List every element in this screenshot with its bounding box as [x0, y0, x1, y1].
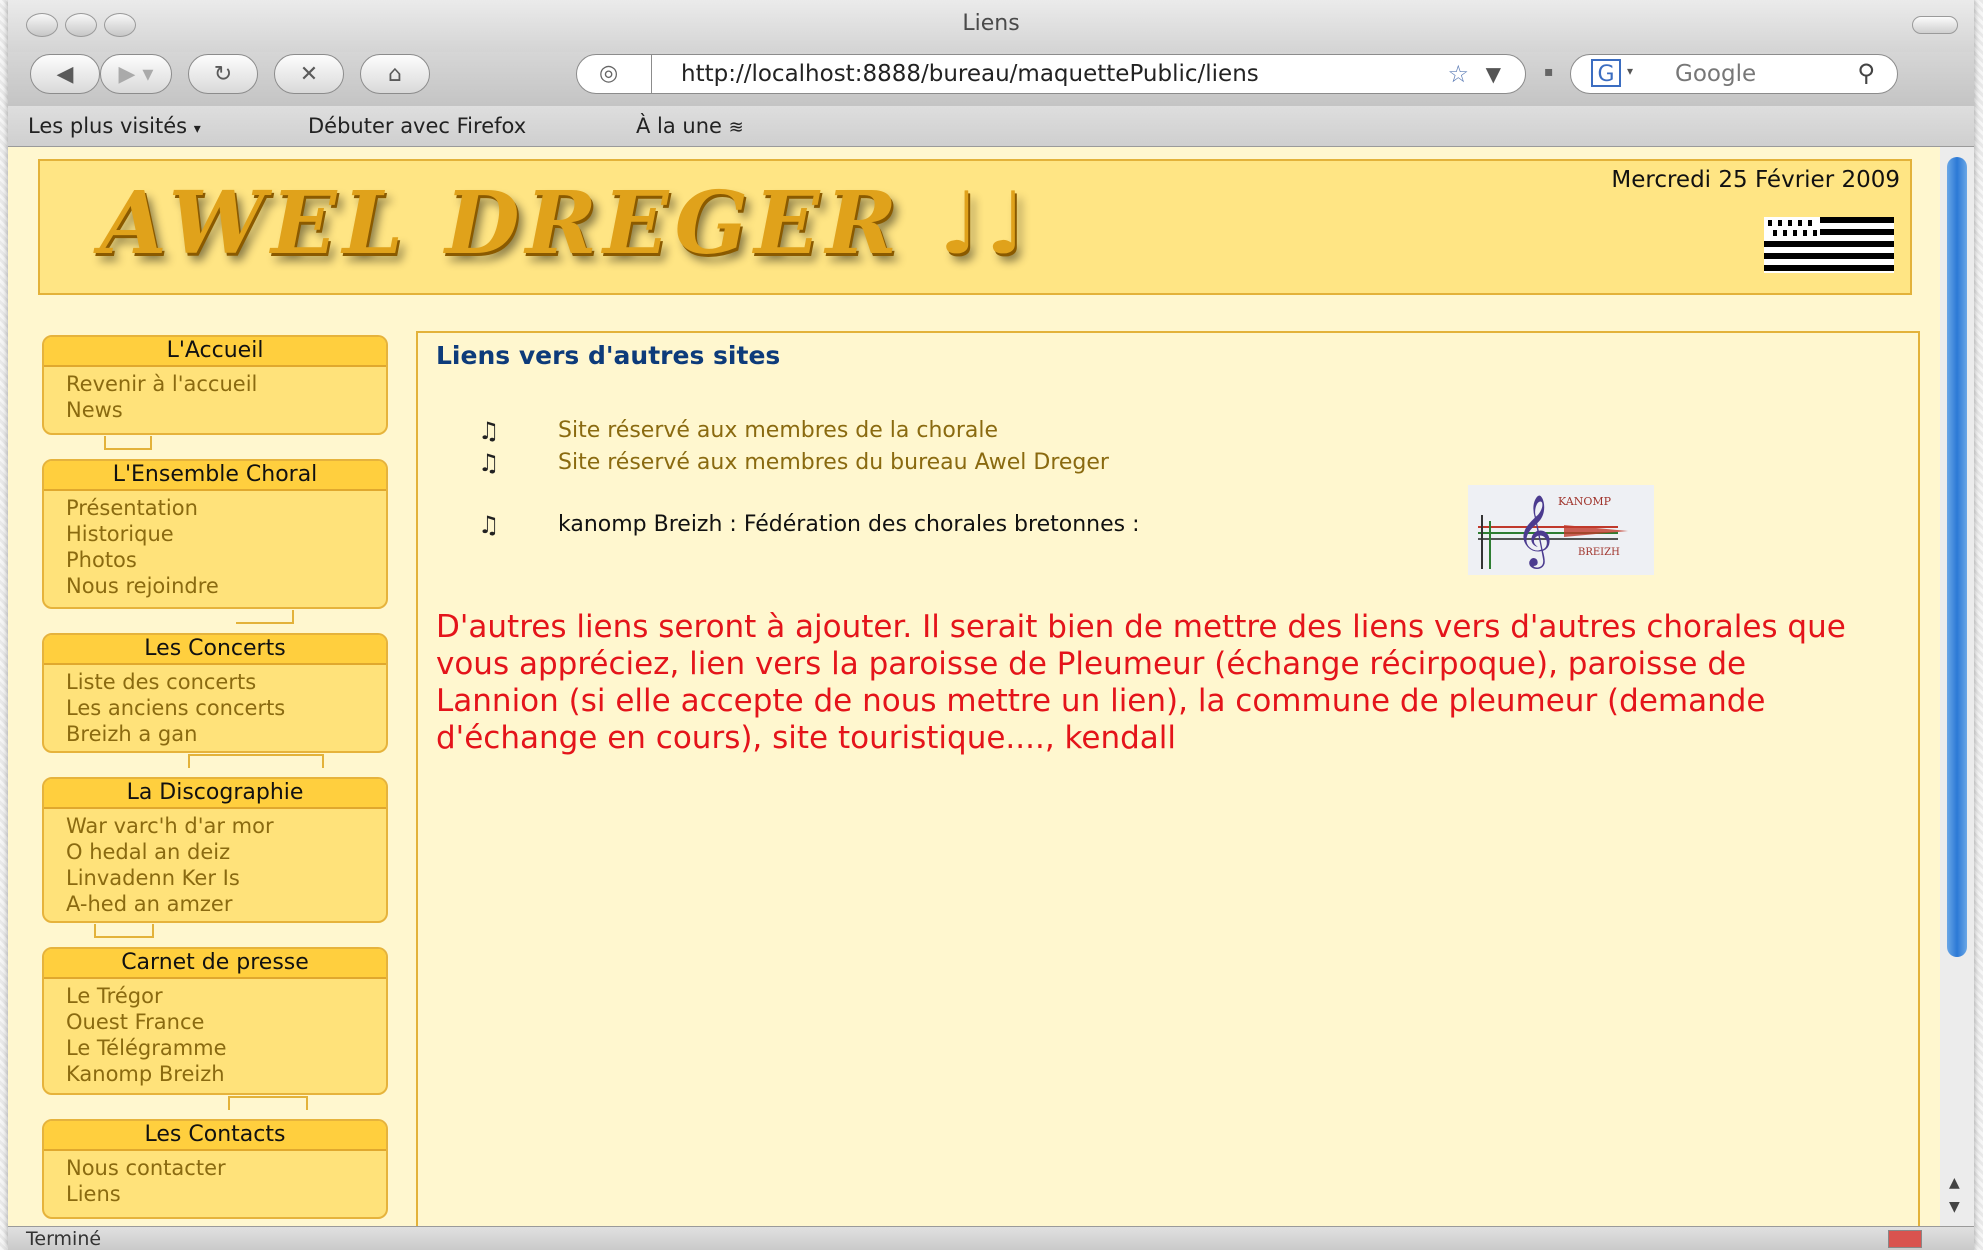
- menu-connector: [188, 754, 324, 768]
- menu-link-liens[interactable]: Liens: [44, 1181, 386, 1207]
- engine-dropdown-icon[interactable]: ▾: [1627, 64, 1633, 78]
- menu-link-contact-us[interactable]: Nous contacter: [44, 1155, 386, 1181]
- stop-icon: ✕: [299, 61, 319, 87]
- home-button[interactable]: ⌂: [360, 54, 430, 94]
- page-title: Liens vers d'autres sites: [436, 341, 781, 370]
- browser-window: Liens ◀ ▶ ▾ ↻ ✕ ⌂ ◎ http://localhost:888…: [8, 0, 1974, 1250]
- board-members-link[interactable]: Site réservé aux membres du bureau Awel …: [558, 450, 1109, 475]
- menu-connector: [236, 610, 294, 624]
- menu-link-le-telegramme[interactable]: Le Télégramme: [44, 1035, 386, 1061]
- menu-link-past-concerts[interactable]: Les anciens concerts: [44, 695, 386, 721]
- menu-link-ouest-france[interactable]: Ouest France: [44, 1009, 386, 1035]
- music-notes-icon: ♫: [478, 417, 500, 445]
- link-item: ♫ Site réservé aux membres du bureau Awel…: [478, 449, 1109, 477]
- home-icon: ⌂: [388, 61, 402, 87]
- separator-dot-icon: ▪: [1544, 64, 1554, 80]
- back-button[interactable]: ◀: [30, 54, 100, 94]
- addon-status-icon[interactable]: [1888, 1230, 1922, 1248]
- reload-icon: ↻: [213, 61, 233, 87]
- title-bar: Liens: [8, 0, 1974, 52]
- google-engine-icon[interactable]: G: [1591, 59, 1621, 87]
- link-item: ♫ kanomp Breizh : Fédération des chorales…: [478, 511, 1140, 539]
- status-text: Terminé: [26, 1228, 102, 1250]
- history-dropdown-icon[interactable]: ▼: [1486, 62, 1501, 86]
- address-bar[interactable]: ◎ http://localhost:8888/bureau/maquetteP…: [576, 54, 1526, 94]
- menu-link-nous-rejoindre[interactable]: Nous rejoindre: [44, 573, 386, 599]
- menu-concerts: Les Concerts Liste des concerts Les anci…: [42, 633, 388, 753]
- menu-link-album-war-varch[interactable]: War varc'h d'ar mor: [44, 813, 386, 839]
- kanomp-logo-bottom-text: BREIZH: [1578, 547, 1620, 558]
- music-notes-icon: ♫: [478, 449, 500, 477]
- site-logo[interactable]: AWEL DREGER ♩♩: [100, 173, 1032, 274]
- choir-members-link[interactable]: Site réservé aux membres de la chorale: [558, 418, 998, 443]
- menu-contacts: Les Contacts Nous contacter Liens: [42, 1119, 388, 1219]
- stop-button[interactable]: ✕: [274, 54, 344, 94]
- menu-link-news[interactable]: News: [44, 397, 386, 423]
- status-bar: Terminé: [8, 1226, 1974, 1250]
- current-date: Mercredi 25 Février 2009: [1611, 167, 1900, 193]
- menu-link-kanomp-breizh[interactable]: Kanomp Breizh: [44, 1061, 386, 1087]
- svg-text:𝄞: 𝄞: [1516, 493, 1553, 569]
- bookmark-star-icon[interactable]: ☆: [1447, 60, 1469, 88]
- music-note-icon: ♩♩: [939, 173, 1033, 274]
- vertical-scrollbar[interactable]: ▲ ▼: [1940, 147, 1974, 1226]
- menu-title: Les Concerts: [44, 635, 386, 665]
- kanomp-logo-top-text: KANOMP: [1558, 495, 1612, 508]
- bookmark-getting-started[interactable]: Débuter avec Firefox: [308, 114, 526, 138]
- site-identity-icon[interactable]: ◎: [599, 61, 618, 86]
- menu-link-presentation[interactable]: Présentation: [44, 495, 386, 521]
- notice-text: D'autres liens seront à ajouter. Il sera…: [436, 609, 1846, 756]
- bookmarks-bar: Les plus visités ▾ Débuter avec Firefox …: [8, 106, 1974, 147]
- menu-title: La Discographie: [44, 779, 386, 809]
- site-header: AWEL DREGER ♩♩ Mercredi 25 Février 2009: [38, 159, 1912, 295]
- rss-feed-icon: ≋: [728, 117, 744, 138]
- breton-flag-icon: [1764, 217, 1894, 273]
- menu-ensemble-choral: L'Ensemble Choral Présentation Historiqu…: [42, 459, 388, 609]
- menu-link-le-tregor[interactable]: Le Trégor: [44, 983, 386, 1009]
- url-text[interactable]: http://localhost:8888/bureau/maquettePub…: [681, 61, 1441, 87]
- search-box[interactable]: G ▾ Google ⚲: [1570, 54, 1898, 94]
- menu-title: L'Ensemble Choral: [44, 461, 386, 491]
- menu-link-album-linvadenn[interactable]: Linvadenn Ker Is: [44, 865, 386, 891]
- forward-arrow-icon: ▶ ▾: [118, 61, 154, 87]
- menu-title: Les Contacts: [44, 1121, 386, 1151]
- search-icon[interactable]: ⚲: [1857, 59, 1875, 87]
- reload-button[interactable]: ↻: [188, 54, 258, 94]
- menu-link-breizh-a-gan[interactable]: Breizh a gan: [44, 721, 386, 747]
- search-placeholder[interactable]: Google: [1675, 61, 1756, 87]
- menu-connector: [94, 924, 154, 938]
- forward-button[interactable]: ▶ ▾: [100, 54, 172, 94]
- toolbar-toggle-button[interactable]: [1912, 16, 1958, 34]
- menu-connector: [104, 436, 152, 450]
- menu-title: L'Accueil: [44, 337, 386, 367]
- bookmark-most-visited[interactable]: Les plus visités ▾: [28, 114, 201, 138]
- menu-discographie: La Discographie War varc'h d'ar mor O he…: [42, 777, 388, 923]
- menu-link-album-o-hedal[interactable]: O hedal an deiz: [44, 839, 386, 865]
- window-title: Liens: [962, 11, 1020, 36]
- menu-link-home[interactable]: Revenir à l'accueil: [44, 371, 386, 397]
- music-notes-icon: ♫: [478, 511, 500, 539]
- menu-title: Carnet de presse: [44, 949, 386, 979]
- menu-link-photos[interactable]: Photos: [44, 547, 386, 573]
- link-item: ♫ Site réservé aux membres de la chorale: [478, 417, 998, 445]
- menu-connector: [228, 1096, 308, 1110]
- menu-carnet-de-presse: Carnet de presse Le Trégor Ouest France …: [42, 947, 388, 1095]
- scroll-up-arrow-icon[interactable]: ▲: [1949, 1175, 1960, 1191]
- web-page: AWEL DREGER ♩♩ Mercredi 25 Février 2009 …: [8, 147, 1940, 1226]
- menu-link-album-a-hed[interactable]: A-hed an amzer: [44, 891, 386, 917]
- menu-accueil: L'Accueil Revenir à l'accueil News: [42, 335, 388, 435]
- chevron-down-icon: ▾: [193, 121, 201, 137]
- kanomp-breizh-logo[interactable]: 𝄞 KANOMP BREIZH: [1468, 485, 1654, 575]
- scroll-thumb[interactable]: [1947, 157, 1967, 957]
- menu-link-historique[interactable]: Historique: [44, 521, 386, 547]
- bookmark-latest-headlines[interactable]: À la une ≋: [636, 114, 744, 138]
- menu-link-concert-list[interactable]: Liste des concerts: [44, 669, 386, 695]
- back-arrow-icon: ◀: [56, 61, 74, 87]
- scroll-down-arrow-icon[interactable]: ▼: [1949, 1199, 1960, 1215]
- federation-label: kanomp Breizh : Fédération des chorales …: [558, 512, 1140, 537]
- main-content: Liens vers d'autres sites ♫ Site réservé …: [416, 331, 1920, 1226]
